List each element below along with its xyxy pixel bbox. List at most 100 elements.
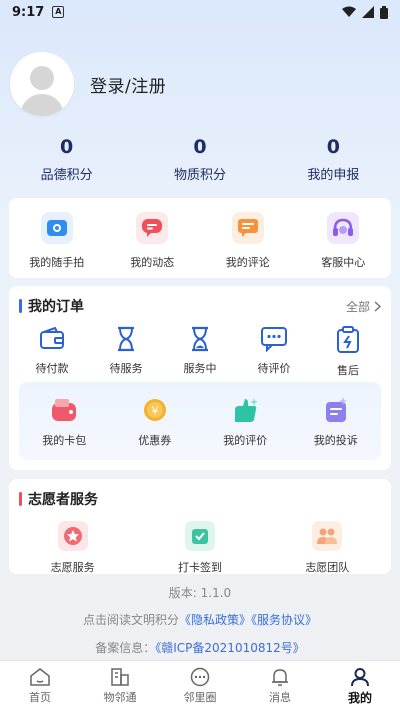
tab-home[interactable]: 首页 (0, 661, 80, 712)
chat-bubble-icon (136, 212, 169, 244)
signal-icon (362, 6, 374, 18)
order-status-row: 待付款 待服务 服务中 待评价 售后 (9, 316, 391, 378)
order-in-service[interactable]: 服务中 (163, 326, 237, 378)
quick-action-snapshot[interactable]: 我的随手拍 (9, 198, 105, 278)
hourglass-icon (118, 326, 134, 352)
extra-my-complaints[interactable]: 我的投诉 (291, 396, 382, 460)
section-title: 我的订单 (28, 299, 84, 315)
quick-action-my-comments[interactable]: 我的评论 (200, 198, 296, 278)
avatar[interactable] (10, 52, 74, 116)
bell-icon (272, 669, 288, 686)
app-version: 版本: 1.1.0 (168, 586, 232, 600)
volunteer-label: 志愿服务 (50, 561, 95, 574)
tab-me[interactable]: 我的 (320, 661, 400, 712)
login-register-link[interactable]: 登录/注册 (90, 72, 166, 97)
headset-icon (327, 212, 360, 244)
order-label: 售后 (337, 364, 359, 377)
profile-header[interactable]: 登录/注册 (10, 52, 166, 116)
quick-action-label: 客服中心 (321, 256, 366, 269)
quick-action-label: 我的随手拍 (29, 256, 85, 269)
status-bar: 9:17 A (0, 0, 400, 24)
section-title: 志愿者服务 (28, 492, 98, 508)
privacy-policy-link[interactable]: 《隐私政策》 (179, 613, 251, 627)
wallet-card-icon (52, 399, 77, 421)
extra-my-evaluations[interactable]: 我的评价 (200, 396, 291, 460)
check-in-icon (184, 521, 215, 551)
tab-neighborhood[interactable]: 邻里圈 (160, 661, 240, 712)
quick-action-customer-service[interactable]: 客服中心 (296, 198, 392, 278)
icp-prefix: 备案信息： (95, 641, 156, 655)
order-pending-service[interactable]: 待服务 (89, 326, 163, 378)
evaluation-icon (235, 398, 259, 422)
volunteer-header: 志愿者服务 (9, 479, 391, 509)
tab-label: 我的 (347, 691, 372, 705)
order-after-sales[interactable]: 售后 (311, 326, 385, 378)
stat-label: 我的申报 (307, 168, 360, 183)
stat-material-points[interactable]: 0 物质积分 (133, 136, 266, 183)
bottom-tab-bar: 首页 物邻通 邻里圈 消息 我的 (0, 660, 400, 712)
order-label: 服务中 (183, 362, 217, 375)
extra-my-card-wallet[interactable]: 我的卡包 (19, 396, 110, 460)
status-time: 9:17 (12, 4, 45, 20)
orders-header: 我的订单 全部 (9, 286, 391, 316)
star-badge-icon (57, 521, 88, 551)
wallet-icon (40, 326, 64, 349)
stat-value: 0 (326, 136, 340, 158)
view-all-orders-link[interactable]: 全部 (346, 298, 381, 315)
stat-value: 0 (60, 136, 74, 158)
extra-coupons[interactable]: ¥ 优惠券 (110, 396, 201, 460)
order-extras-panel: 我的卡包 ¥ 优惠券 我的评价 我的投诉 (19, 382, 381, 460)
quick-action-label: 我的动态 (130, 256, 175, 269)
stat-my-declarations[interactable]: 0 我的申报 (267, 136, 400, 183)
tab-label: 邻里圈 (183, 691, 217, 704)
section-accent-bar (19, 299, 22, 313)
quick-actions-card: 我的随手拍 我的动态 我的评论 客服中心 (9, 198, 391, 278)
tab-label: 首页 (29, 691, 51, 704)
icp-link[interactable]: 《赣ICP备2021010812号》 (155, 641, 305, 655)
agreement-prefix: 点击阅读文明积分 (82, 613, 179, 627)
tab-label: 消息 (269, 691, 291, 704)
view-all-label: 全部 (345, 299, 370, 314)
hourglass-half-icon (192, 326, 208, 352)
quick-action-my-posts[interactable]: 我的动态 (105, 198, 201, 278)
volunteer-card: 志愿者服务 志愿服务 打卡签到 志愿团队 (9, 479, 391, 574)
coupon-icon: ¥ (143, 399, 166, 421)
home-icon (30, 668, 50, 686)
extra-label: 我的投诉 (313, 434, 358, 447)
extra-label: 优惠券 (138, 434, 172, 447)
order-label: 待服务 (109, 362, 143, 375)
quick-action-label: 我的评论 (225, 256, 270, 269)
chevron-right-icon (374, 300, 381, 312)
tab-label: 物邻通 (103, 691, 137, 704)
my-orders-card: 我的订单 全部 待付款 待服务 服务中 待评价 售后 我的卡包 ¥ 优惠券 我的… (9, 286, 391, 470)
team-icon (312, 521, 343, 551)
section-accent-bar (19, 492, 22, 506)
tab-messages[interactable]: 消息 (240, 661, 320, 712)
stat-value: 0 (193, 136, 207, 158)
svg-text:¥: ¥ (151, 405, 158, 418)
agreement-line: 点击阅读文明积分《隐私政策》《服务协议》 (0, 611, 400, 628)
comment-dots-icon (261, 327, 287, 352)
wifi-icon (342, 6, 356, 17)
stat-moral-points[interactable]: 0 品德积分 (0, 136, 133, 183)
volunteer-check-in[interactable]: 打卡签到 (136, 521, 263, 575)
volunteer-row: 志愿服务 打卡签到 志愿团队 (9, 509, 391, 575)
camera-icon (40, 212, 73, 244)
volunteer-service[interactable]: 志愿服务 (9, 521, 136, 575)
comment-icon (231, 212, 264, 244)
order-label: 待付款 (35, 362, 69, 375)
extra-label: 我的卡包 (42, 434, 87, 447)
service-agreement-link[interactable]: 《服务协议》 (251, 613, 317, 627)
volunteer-team[interactable]: 志愿团队 (264, 521, 391, 575)
volunteer-label: 打卡签到 (177, 561, 222, 574)
order-pending-review[interactable]: 待评价 (237, 326, 311, 378)
order-pending-payment[interactable]: 待付款 (15, 326, 89, 378)
notification-badge-icon: A (52, 6, 65, 18)
volunteer-label: 志愿团队 (305, 561, 350, 574)
order-label: 待评价 (257, 362, 291, 375)
complaint-icon (325, 397, 347, 422)
building-icon (111, 668, 129, 686)
tab-wulintong[interactable]: 物邻通 (80, 661, 160, 712)
circle-chat-icon (190, 667, 210, 687)
stats-row: 0 品德积分 0 物质积分 0 我的申报 (0, 136, 400, 183)
